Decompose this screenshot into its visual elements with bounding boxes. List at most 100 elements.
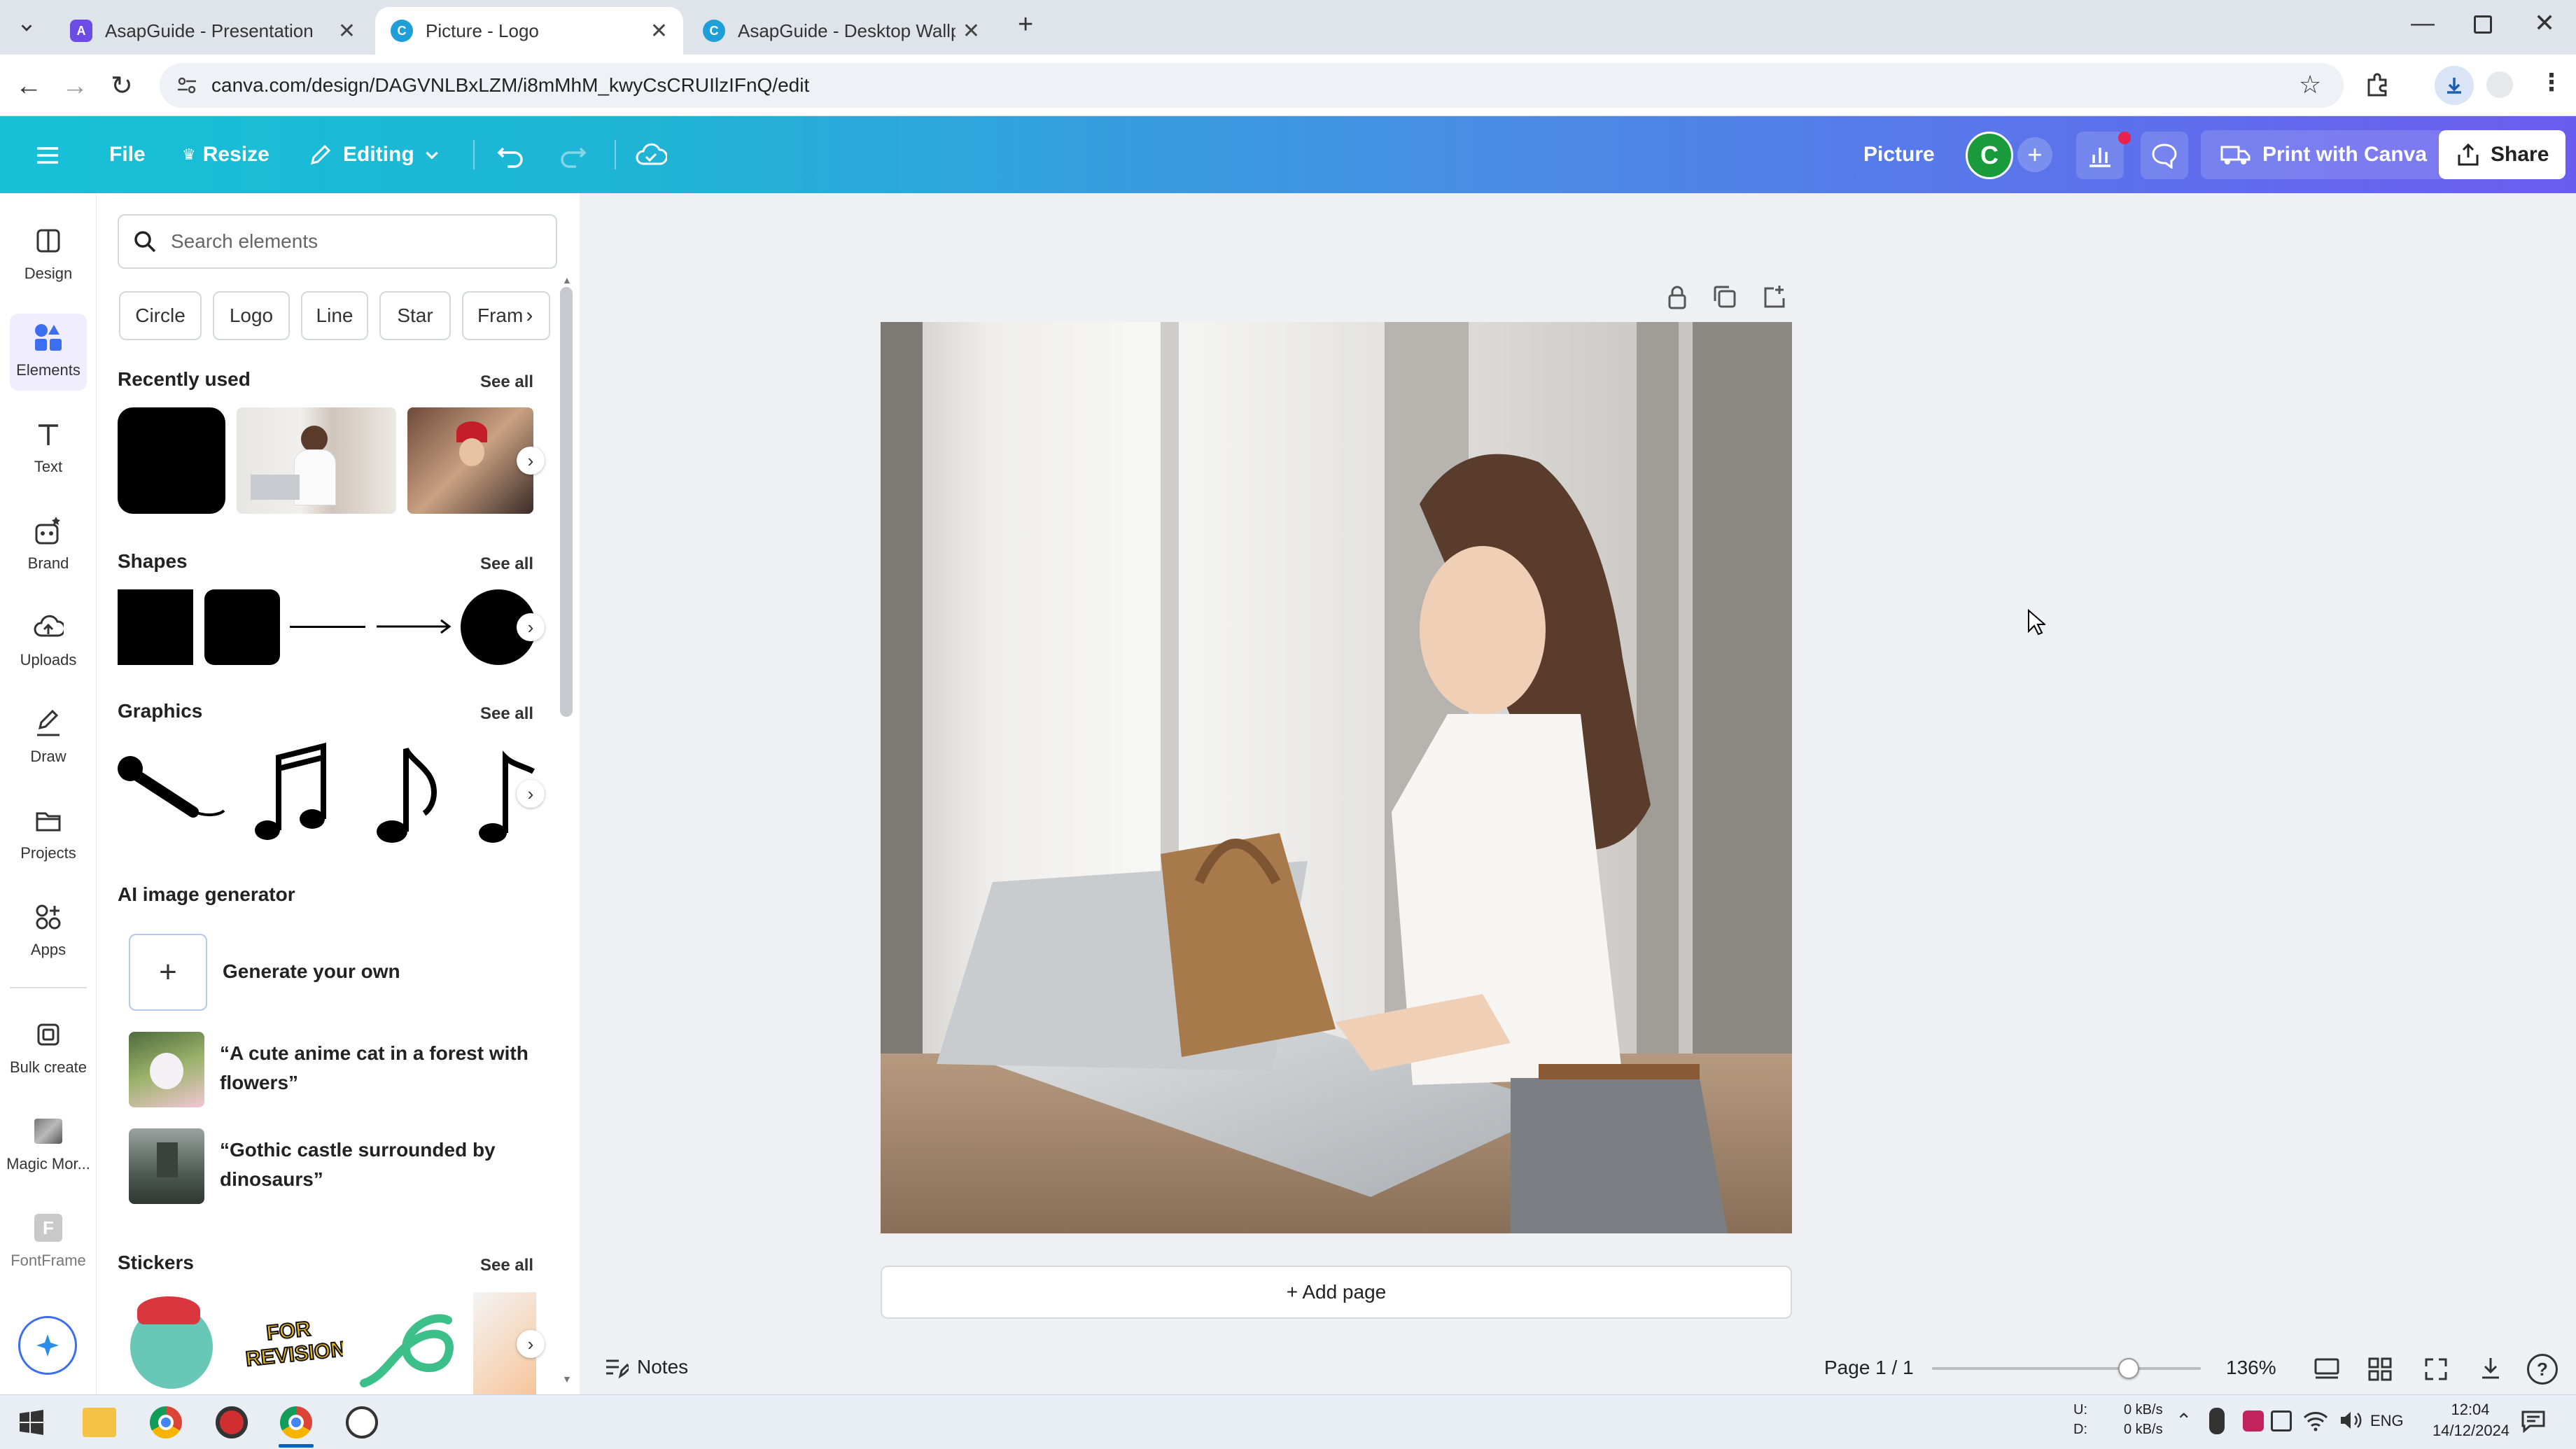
insights-chart-icon[interactable] [2076, 132, 2124, 179]
sticker-for-revision[interactable]: FOR REVISION [237, 1292, 343, 1394]
recorder-icon[interactable] [216, 1406, 248, 1438]
duplicate-page-icon[interactable] [1711, 283, 1739, 311]
carousel-next-icon[interactable]: › [517, 447, 545, 475]
close-window-icon[interactable]: ✕ [2534, 8, 2555, 38]
see-all-link[interactable]: See all [480, 372, 533, 392]
ai-prompt-castle-thumbnail[interactable] [129, 1128, 204, 1204]
address-bar[interactable]: canva.com/design/DAGVNLBxLZM/i8mMhM_kwyC… [160, 63, 2344, 108]
windows-start-icon[interactable] [18, 1409, 45, 1436]
notifications-icon[interactable] [2520, 1409, 2547, 1433]
generate-your-own-button[interactable]: + [129, 934, 207, 1011]
ai-prompt-castle[interactable]: “Gothic castle surrounded by dinosaurs” [220, 1135, 542, 1194]
volume-icon[interactable] [2338, 1409, 2363, 1432]
grid-view-icon[interactable] [2366, 1355, 2394, 1383]
ai-prompt-cat[interactable]: “A cute anime cat in a forest with flowe… [220, 1039, 542, 1098]
sticker-green-swirl[interactable] [354, 1292, 463, 1394]
chip-frame[interactable]: Fram › [462, 291, 550, 340]
rail-item-projects[interactable]: Projects [0, 790, 97, 874]
wifi-icon[interactable] [2303, 1409, 2328, 1432]
chip-line[interactable]: Line [301, 291, 368, 340]
reload-icon[interactable]: ↻ [111, 70, 133, 102]
back-icon[interactable]: ← [15, 71, 42, 102]
editing-mode-button[interactable]: Editing [297, 130, 452, 179]
see-all-link[interactable]: See all [480, 554, 533, 574]
undo-icon[interactable] [489, 133, 533, 178]
new-tab-button[interactable]: + [1018, 10, 1033, 40]
rail-item-fontframe[interactable]: F FontFrame [0, 1197, 97, 1281]
shape-arrow-line[interactable] [375, 615, 452, 638]
zoom-slider[interactable] [1932, 1358, 2201, 1379]
magic-assistant-icon[interactable] [18, 1316, 77, 1375]
clock-date[interactable]: 14/12/2024 [2422, 1422, 2520, 1440]
zoom-slider-thumb[interactable] [2118, 1358, 2139, 1379]
fullscreen-icon[interactable] [2422, 1355, 2450, 1383]
comments-icon[interactable] [2141, 132, 2188, 179]
page-view-icon[interactable] [2313, 1355, 2341, 1383]
close-tab-icon[interactable]: ✕ [962, 19, 980, 43]
tray-app-icon-2[interactable] [2271, 1410, 2292, 1432]
rail-item-text[interactable]: Text [0, 403, 97, 487]
tray-app-icon[interactable] [2243, 1410, 2264, 1432]
notes-button[interactable]: Notes [603, 1355, 688, 1379]
rail-item-brand[interactable]: Brand [0, 500, 97, 584]
microphone-graphic[interactable] [115, 752, 228, 829]
design-title[interactable]: Picture [1852, 130, 1946, 179]
close-tab-icon[interactable]: ✕ [650, 19, 668, 43]
shape-rounded-square[interactable] [204, 589, 280, 665]
carousel-next-icon[interactable]: › [517, 780, 545, 808]
tab-search-button[interactable] [13, 14, 41, 42]
add-page-icon[interactable] [1760, 283, 1788, 311]
shape-square[interactable] [118, 589, 193, 665]
profile-avatar[interactable] [2486, 71, 2513, 98]
rail-item-bulk-create[interactable]: Bulk create [0, 1004, 97, 1088]
browser-tab-active[interactable]: C Picture - Logo ✕ [375, 7, 683, 55]
page-indicator[interactable]: Page 1 / 1 [1824, 1357, 1914, 1379]
shape-line[interactable] [290, 626, 365, 628]
bookmark-star-icon[interactable]: ☆ [2299, 70, 2321, 99]
print-with-canva-button[interactable]: Print with Canva [2201, 130, 2447, 179]
chip-circle[interactable]: Circle [119, 291, 202, 340]
carousel-next-icon[interactable]: › [517, 1330, 545, 1358]
user-avatar[interactable]: C [1966, 132, 2013, 179]
resize-button[interactable]: ♛ Resize [171, 130, 281, 179]
rail-item-uploads[interactable]: Uploads [0, 596, 97, 680]
see-all-link[interactable]: See all [480, 704, 533, 724]
carousel-next-icon[interactable]: › [517, 613, 545, 641]
rail-item-draw[interactable]: Draw [0, 693, 97, 777]
help-icon[interactable]: ? [2527, 1354, 2558, 1385]
rail-item-design[interactable]: Design [0, 210, 97, 294]
lock-icon[interactable] [1663, 283, 1691, 311]
cloud-saved-icon[interactable] [629, 133, 673, 178]
browser-tab[interactable]: A AsapGuide - Presentation ✕ [55, 7, 371, 55]
see-all-link[interactable]: See all [480, 1256, 533, 1275]
forward-icon[interactable]: → [62, 71, 88, 102]
design-page-photo[interactable] [881, 322, 1792, 1233]
clock-time[interactable]: 12:04 [2432, 1401, 2509, 1419]
eighth-note-graphic[interactable] [372, 743, 442, 848]
microphone-icon[interactable] [2209, 1408, 2225, 1434]
invite-plus-icon[interactable]: + [2017, 137, 2052, 172]
rail-item-elements[interactable]: Elements [0, 307, 97, 391]
music-notes-graphic[interactable] [252, 741, 330, 847]
restore-icon[interactable] [2474, 15, 2492, 34]
browser-menu-icon[interactable]: ⋮ [2540, 69, 2563, 97]
file-menu-button[interactable]: File [98, 130, 157, 179]
rail-item-apps[interactable]: Apps [0, 886, 97, 970]
recent-photo-woman-cafe[interactable] [407, 407, 533, 514]
tray-chevron-icon[interactable]: ⌃ [2176, 1409, 2192, 1432]
chip-star[interactable]: Star [379, 291, 451, 340]
chrome-active-icon[interactable] [280, 1406, 312, 1438]
zoom-level[interactable]: 136% [2226, 1357, 2276, 1379]
input-language[interactable]: ENG [2370, 1412, 2404, 1430]
browser-tab[interactable]: C AsapGuide - Desktop Wallpape ✕ [687, 7, 995, 55]
chrome-icon[interactable] [150, 1406, 182, 1438]
panel-scrollbar[interactable]: ▲ ▼ [560, 274, 573, 1394]
file-explorer-icon[interactable] [83, 1408, 116, 1437]
close-tab-icon[interactable]: ✕ [338, 19, 356, 43]
redo-icon[interactable] [550, 133, 595, 178]
app-icon[interactable] [346, 1406, 378, 1438]
recent-photo-woman-laptop[interactable] [237, 407, 396, 514]
extensions-icon[interactable] [2363, 70, 2391, 98]
generate-your-own-label[interactable]: Generate your own [223, 960, 400, 983]
downloads-icon[interactable] [2435, 66, 2474, 105]
